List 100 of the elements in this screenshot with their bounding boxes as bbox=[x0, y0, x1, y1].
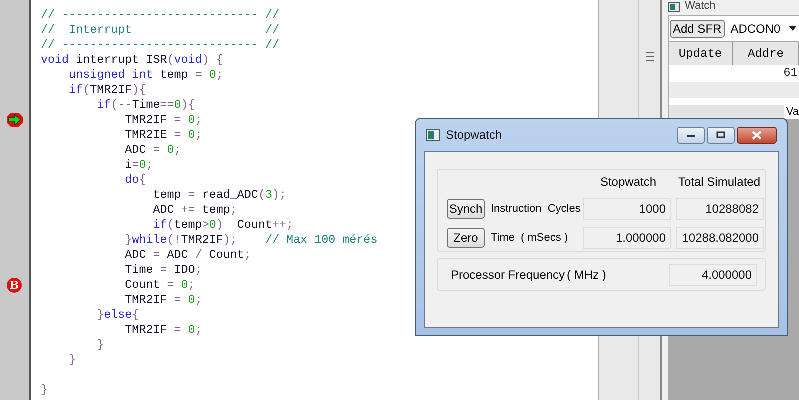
sfr-select[interactable]: ADCON0 bbox=[730, 18, 799, 38]
code-punctuation: = bbox=[174, 128, 182, 142]
close-icon bbox=[751, 130, 763, 140]
code-keyword: else bbox=[104, 308, 132, 322]
maximize-button[interactable] bbox=[707, 126, 735, 144]
code-punctuation: } bbox=[41, 382, 48, 396]
dropdown-arrow-icon bbox=[788, 26, 797, 31]
code-punctuation: } bbox=[96, 308, 104, 322]
code-text: TMR2IF bbox=[124, 322, 168, 336]
code-comment: // ---------------------------- // bbox=[41, 8, 280, 22]
code-punctuation: { bbox=[139, 172, 146, 186]
code-comment: // Max 100 mérés bbox=[265, 232, 378, 246]
stopwatch-button[interactable]: Synch bbox=[447, 199, 485, 219]
code-keyword: unsigned int bbox=[68, 68, 154, 82]
code-punctuation: = bbox=[167, 278, 176, 292]
unit-label: ( MHz ) bbox=[567, 266, 608, 284]
code-text: Time bbox=[132, 98, 160, 112]
readout-field: 1.000000 bbox=[583, 227, 671, 249]
code-number: 0 bbox=[209, 68, 216, 82]
code-punctuation: (-- bbox=[111, 98, 132, 112]
code-text: interrupt ISR bbox=[75, 52, 168, 66]
code-text: TMR2IF bbox=[124, 112, 168, 126]
code-punctuation: ){ bbox=[181, 98, 196, 112]
code-punctuation: = bbox=[174, 322, 182, 336]
window-title: Stopwatch bbox=[446, 127, 504, 144]
code-punctuation: ( bbox=[167, 52, 174, 66]
breakpoint-marker[interactable]: B bbox=[7, 278, 22, 292]
code-number: 0 bbox=[188, 112, 196, 126]
code-text: TMR2IF bbox=[90, 82, 132, 96]
code-number: 0 bbox=[209, 218, 216, 232]
code-keyword: if bbox=[152, 218, 168, 232]
row-label: Time bbox=[491, 230, 516, 246]
code-punctuation: ) { bbox=[202, 52, 224, 66]
code-punctuation: ( bbox=[167, 218, 174, 232]
minimize-icon bbox=[686, 132, 696, 138]
code-number: 0 bbox=[181, 278, 188, 292]
maximize-icon bbox=[716, 131, 726, 139]
code-text: Count bbox=[209, 248, 244, 262]
code-punctuation: { bbox=[132, 308, 140, 322]
code-keyword: do bbox=[124, 172, 140, 186]
code-punctuation: == bbox=[160, 98, 174, 112]
code-text: i bbox=[124, 158, 132, 172]
code-punctuation: ; bbox=[195, 128, 202, 142]
code-punctuation: ( bbox=[83, 82, 90, 96]
code-number: 3 bbox=[265, 188, 272, 202]
column-header: Total Simulated bbox=[677, 174, 762, 191]
close-button[interactable] bbox=[737, 126, 777, 144]
code-punctuation: = bbox=[174, 112, 182, 126]
code-number: 0 bbox=[174, 98, 182, 112]
code-number: 0 bbox=[139, 158, 146, 172]
code-punctuation: = bbox=[160, 262, 168, 276]
code-punctuation: = bbox=[174, 292, 182, 306]
window-icon bbox=[668, 2, 680, 12]
readout-field: 10288.082000 bbox=[676, 227, 764, 249]
code-punctuation: ){ bbox=[132, 82, 146, 96]
code-punctuation: (! bbox=[167, 232, 182, 246]
table-cell: 61 bbox=[784, 65, 798, 82]
code-text: temp bbox=[174, 218, 202, 232]
code-text: ADC bbox=[124, 142, 148, 156]
code-text: TMR2IF bbox=[181, 232, 224, 246]
code-comment: // ---------------------------- // bbox=[41, 38, 280, 52]
code-keyword: while bbox=[132, 232, 168, 246]
row-label: Instruction Cycles bbox=[491, 202, 581, 217]
code-text: ADC bbox=[167, 248, 190, 262]
code-text: temp bbox=[202, 202, 230, 216]
code-text: temp bbox=[159, 68, 190, 82]
stopwatch-button[interactable]: Zero bbox=[447, 228, 485, 248]
code-punctuation: ; bbox=[146, 158, 154, 172]
code-number: 0 bbox=[188, 128, 196, 142]
code-punctuation: ++; bbox=[272, 218, 294, 232]
code-text: Count bbox=[124, 278, 162, 292]
add-sfr-button[interactable]: Add SFR bbox=[670, 20, 725, 38]
code-keyword: if bbox=[68, 82, 84, 96]
code-punctuation: ; bbox=[195, 292, 202, 306]
tab[interactable]: Va bbox=[784, 105, 799, 119]
frequency-field: 4.000000 bbox=[669, 264, 757, 286]
code-keyword: if bbox=[96, 98, 112, 112]
code-text: ADC bbox=[152, 202, 176, 216]
code-text: Time bbox=[124, 262, 154, 276]
code-number: 0 bbox=[188, 322, 196, 336]
code-punctuation: ; bbox=[216, 68, 224, 82]
code-punctuation: ; bbox=[195, 262, 202, 276]
code-punctuation: ; bbox=[195, 112, 202, 126]
code-keyword: void bbox=[174, 52, 202, 66]
code-number: 0 bbox=[188, 292, 196, 306]
readout-field: 10288082 bbox=[676, 198, 764, 220]
minimize-button[interactable] bbox=[677, 126, 705, 144]
code-punctuation: } bbox=[68, 352, 76, 366]
code-punctuation: = bbox=[153, 142, 162, 156]
code-punctuation: ; bbox=[188, 278, 196, 292]
code-punctuation: ( bbox=[258, 188, 266, 202]
column-header: Stopwatch bbox=[599, 174, 658, 191]
code-punctuation: ; bbox=[230, 202, 238, 216]
code-punctuation: ); bbox=[272, 188, 286, 202]
code-punctuation: ; bbox=[174, 142, 182, 156]
grip-icon[interactable] bbox=[646, 52, 654, 62]
unit-label: ( mSecs ) bbox=[521, 230, 568, 246]
code-punctuation: ) bbox=[216, 218, 224, 232]
code-punctuation: ); bbox=[223, 232, 238, 246]
code-text: TMR2IE bbox=[124, 128, 168, 142]
